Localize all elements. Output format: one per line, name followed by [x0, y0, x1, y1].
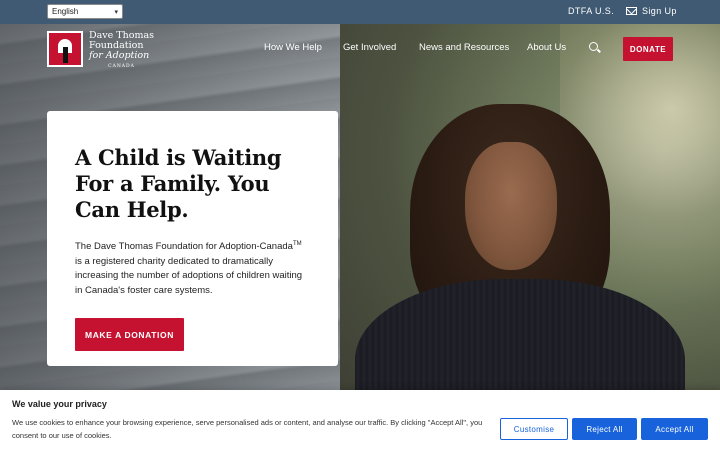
reject-all-button[interactable]: Reject All — [572, 418, 637, 440]
utility-bar: English ▾ DTFA U.S. Sign Up — [0, 0, 720, 24]
chevron-down-icon: ▾ — [114, 8, 118, 16]
customise-button[interactable]: Customise — [500, 418, 568, 440]
sign-up-label: Sign Up — [642, 6, 677, 16]
hero-description-text-cont: is a registered charity dedicated to dra… — [75, 255, 303, 296]
cookie-banner: We value your privacy We use cookies to … — [0, 390, 720, 450]
logo-subline: CANADA — [108, 64, 135, 69]
nav-about-us[interactable]: About Us — [527, 42, 566, 53]
search-icon[interactable] — [589, 42, 598, 51]
language-select-value: English — [52, 7, 79, 16]
donate-button[interactable]: DONATE — [623, 37, 673, 61]
hero-card: A Child is Waiting For a Family. You Can… — [47, 111, 338, 366]
hero-description: The Dave Thomas Foundation for Adoption-… — [75, 237, 310, 298]
hero-title: A Child is Waiting For a Family. You Can… — [75, 145, 282, 222]
language-select[interactable]: English ▾ — [47, 4, 123, 19]
make-a-donation-button[interactable]: MAKE A DONATION — [75, 318, 184, 352]
cookie-text: We use cookies to enhance your browsing … — [12, 418, 483, 440]
hero-photo-person-face — [465, 142, 557, 270]
logo-text: Dave Thomas Foundation for Adoption CANA… — [89, 31, 154, 72]
sign-up-link[interactable]: Sign Up — [626, 6, 677, 16]
logo-line-3: for Adoption — [89, 50, 150, 61]
site-logo[interactable]: Dave Thomas Foundation for Adoption CANA… — [47, 31, 154, 72]
mail-icon — [626, 7, 637, 15]
trademark-mark: TM — [292, 241, 302, 247]
logo-mark-icon — [47, 31, 83, 67]
cookie-title: We value your privacy — [12, 399, 107, 409]
hero-description-text: The Dave Thomas Foundation for Adoption-… — [75, 241, 293, 253]
accept-all-button[interactable]: Accept All — [641, 418, 708, 440]
nav-news-and-resources[interactable]: News and Resources — [419, 42, 509, 53]
dtfa-us-link[interactable]: DTFA U.S. — [568, 6, 614, 16]
nav-get-involved[interactable]: Get Involved — [343, 42, 396, 53]
nav-how-we-help[interactable]: How We Help — [264, 42, 322, 53]
